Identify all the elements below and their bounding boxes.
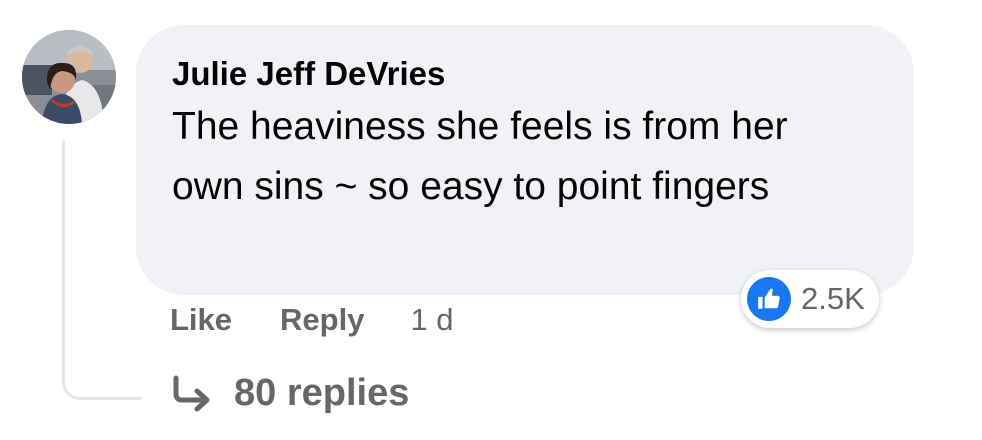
replies-label: 80 replies xyxy=(234,372,410,414)
comment-text: The heaviness she feels is from her own … xyxy=(172,105,788,208)
thread-line xyxy=(62,140,142,400)
comment-bubble: Julie Jeff DeVries The heaviness she fee… xyxy=(136,25,914,295)
reply-arrow-icon xyxy=(173,375,210,411)
user-avatar-photo xyxy=(22,30,116,124)
reaction-summary[interactable]: 2.5K xyxy=(741,270,879,328)
thumbs-up-icon xyxy=(747,277,791,321)
like-button[interactable]: Like xyxy=(170,302,232,338)
reaction-count: 2.5K xyxy=(801,281,865,316)
comment-author[interactable]: Julie Jeff DeVries xyxy=(172,53,874,95)
avatar[interactable] xyxy=(22,30,116,124)
comment-actions: Like Reply 1 d xyxy=(170,302,454,338)
view-replies-button[interactable]: 80 replies xyxy=(170,372,409,415)
comment-timestamp[interactable]: 1 d xyxy=(410,302,453,338)
reply-button[interactable]: Reply xyxy=(280,302,364,338)
